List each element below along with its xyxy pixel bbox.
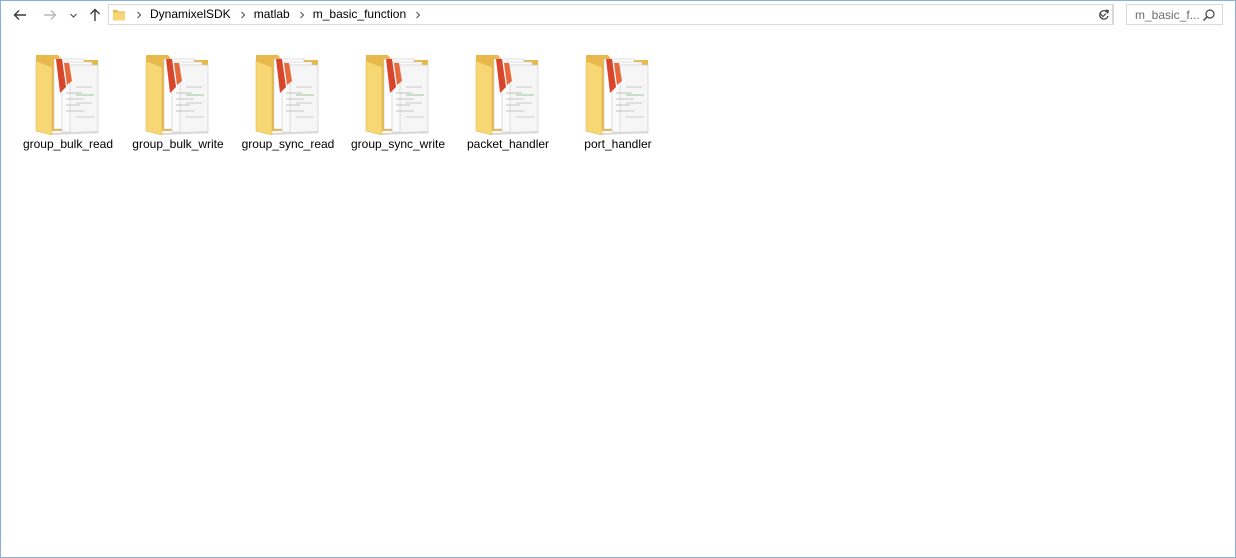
search-input[interactable] <box>1135 7 1205 22</box>
folder-view: group_bulk_read group_bulk_write group_s… <box>1 29 1235 557</box>
folder-with-documents-icon <box>252 47 324 135</box>
up-button[interactable] <box>85 5 105 25</box>
chevron-right-icon[interactable] <box>295 11 309 19</box>
folder-item-packet-handler[interactable]: packet_handler <box>456 47 560 159</box>
forward-button[interactable] <box>39 5 61 25</box>
breadcrumb-m-basic-function[interactable]: m_basic_function <box>309 5 411 24</box>
search-icon[interactable] <box>1202 8 1216 22</box>
folder-with-documents-icon <box>472 47 544 135</box>
chevron-right-icon[interactable] <box>236 11 250 19</box>
folder-label: port_handler <box>584 137 652 151</box>
folder-label: group_bulk_read <box>22 137 114 151</box>
search-box[interactable] <box>1126 4 1223 25</box>
folder-with-documents-icon <box>32 47 104 135</box>
folder-with-documents-icon <box>582 47 654 135</box>
refresh-button[interactable] <box>1094 4 1114 25</box>
breadcrumb-dynamixelsdk[interactable]: DynamixelSDK <box>146 5 236 24</box>
folder-item-group-sync-read[interactable]: group_sync_read <box>236 47 340 159</box>
address-bar[interactable]: DynamixelSDK matlab m_basic_function <box>108 4 1113 25</box>
chevron-right-icon[interactable] <box>132 11 146 19</box>
arrow-up-icon <box>90 8 100 21</box>
folder-label: group_bulk_write <box>132 137 224 151</box>
folder-item-group-sync-write[interactable]: group_sync_write <box>346 47 450 159</box>
back-button[interactable] <box>9 5 31 25</box>
arrow-left-icon <box>13 10 26 20</box>
folder-item-group-bulk-read[interactable]: group_bulk_read <box>16 47 120 159</box>
folder-label: packet_handler <box>466 137 550 151</box>
recent-locations-button[interactable] <box>65 5 81 25</box>
folder-with-documents-icon <box>142 47 214 135</box>
refresh-icon <box>1098 9 1109 20</box>
folder-item-port-handler[interactable]: port_handler <box>566 47 670 159</box>
breadcrumb-matlab[interactable]: matlab <box>250 5 295 24</box>
folder-with-documents-icon <box>362 47 434 135</box>
folder-label: group_sync_write <box>350 137 446 151</box>
folder-icon <box>112 7 128 23</box>
chevron-right-icon[interactable] <box>411 11 425 19</box>
chevron-down-icon <box>69 13 77 18</box>
arrow-right-icon <box>44 10 57 20</box>
folder-item-group-bulk-write[interactable]: group_bulk_write <box>126 47 230 159</box>
navigation-bar: DynamixelSDK matlab m_basic_function <box>1 1 1235 29</box>
explorer-window: DynamixelSDK matlab m_basic_function m_b… <box>0 0 1236 558</box>
folder-label: group_sync_read <box>241 137 335 151</box>
